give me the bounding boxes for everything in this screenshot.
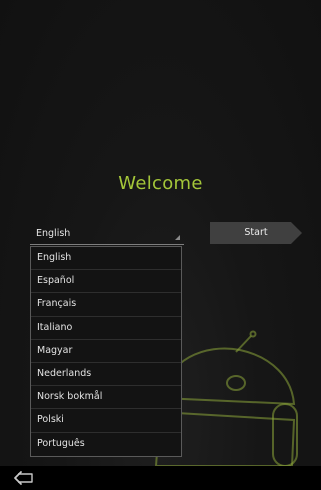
language-select-value: English xyxy=(36,228,71,239)
language-option-english[interactable]: English xyxy=(31,247,181,271)
language-option-magyar[interactable]: Magyar xyxy=(31,340,181,363)
dropdown-caret-icon xyxy=(175,235,180,240)
language-option-norsk-bokmal[interactable]: Norsk bokmål xyxy=(31,386,181,410)
language-option-portugues[interactable]: Português xyxy=(31,433,181,456)
language-option-nederlands[interactable]: Nederlands xyxy=(31,363,181,387)
language-option-francais[interactable]: Français xyxy=(31,293,181,317)
language-option-espanol[interactable]: Español xyxy=(31,270,181,294)
language-option-polski[interactable]: Polski xyxy=(31,409,181,433)
back-arrow-icon[interactable] xyxy=(12,470,34,486)
language-option-italiano[interactable]: Italiano xyxy=(31,317,181,340)
language-select[interactable]: English xyxy=(30,223,184,245)
system-navigation-bar xyxy=(0,466,321,490)
setup-screen: Welcome English Start English Español Fr… xyxy=(0,0,321,490)
start-button[interactable]: Start xyxy=(210,222,302,244)
welcome-title: Welcome xyxy=(118,173,203,194)
language-dropdown-list[interactable]: English Español Français Italiano Magyar… xyxy=(30,246,182,457)
